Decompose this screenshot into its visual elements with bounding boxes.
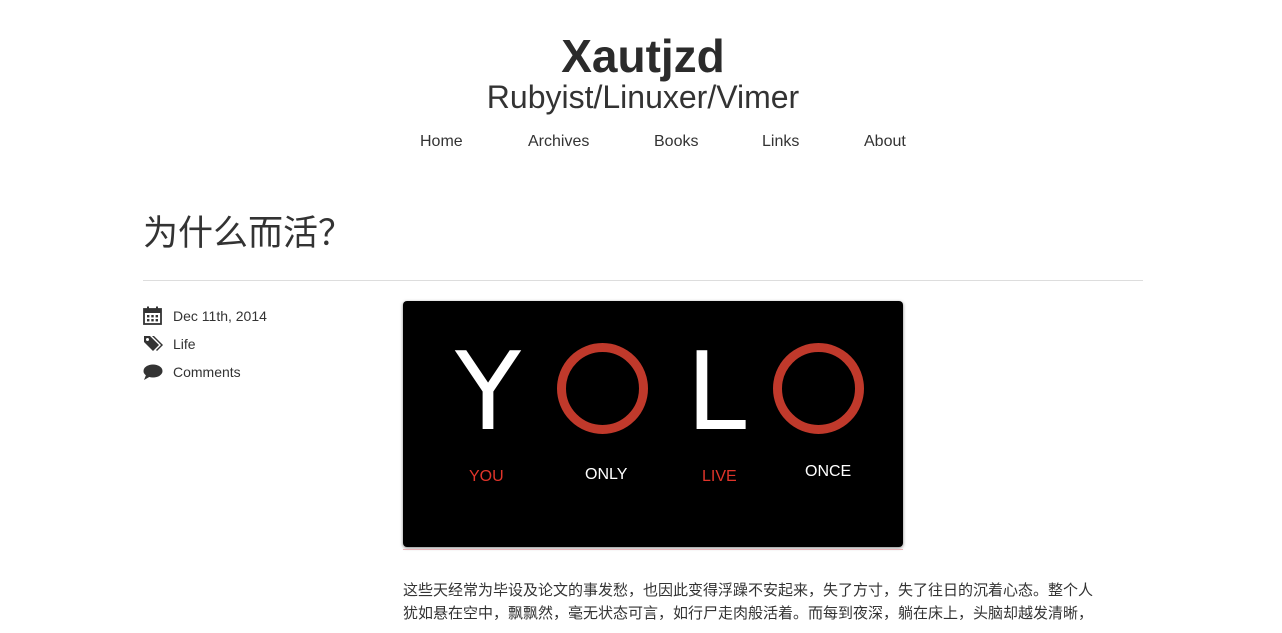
post-date: Dec 11th, 2014	[143, 306, 267, 326]
body-line: 犹如悬在空中，飘飘然，毫无状态可言，如行尸走肉般活着。而每到夜深，躺在床上，头脑…	[403, 604, 1094, 622]
yolo-ring-o-2	[773, 343, 864, 434]
site-subtitle: Rubyist/Linuxer/Vimer	[486, 79, 800, 115]
post-comments: Comments	[143, 362, 241, 382]
post-body: 这些天经常为毕设及论文的事发愁，也因此变得浮躁不安起来，失了方寸，失了往日的沉着…	[403, 579, 1143, 625]
nav-home[interactable]: Home	[420, 132, 463, 152]
post-category: Life	[143, 334, 196, 354]
nav-links[interactable]: Links	[762, 132, 799, 152]
tags-icon	[143, 334, 163, 354]
category-link[interactable]: Life	[173, 334, 196, 354]
calendar-icon	[143, 306, 163, 326]
image-underline	[403, 549, 903, 550]
nav-archives[interactable]: Archives	[528, 132, 589, 152]
title-divider	[143, 280, 1143, 281]
yolo-word-you: YOU	[469, 468, 504, 485]
post-title: 为什么而活？	[143, 214, 354, 254]
yolo-letter-y: Y	[455, 330, 521, 455]
yolo-image: Y L YOU ONLY LIVE ONCE	[403, 301, 903, 547]
nav-books[interactable]: Books	[654, 132, 698, 152]
body-line: 这些天经常为毕设及论文的事发愁，也因此变得浮躁不安起来，失了方寸，失了往日的沉着…	[403, 581, 1094, 599]
comments-link[interactable]: Comments	[173, 362, 241, 382]
nav-about[interactable]: About	[864, 132, 906, 152]
yolo-word-only: ONLY	[585, 466, 628, 483]
comment-icon	[143, 362, 163, 382]
yolo-ring-o-1	[557, 343, 648, 434]
main-nav: Home Archives Books Links About	[0, 132, 1282, 154]
post-date-text: Dec 11th, 2014	[173, 308, 267, 324]
yolo-letter-l: L	[686, 330, 747, 455]
site-title[interactable]: Xautjzd	[0, 28, 1282, 84]
yolo-word-once: ONCE	[805, 463, 852, 480]
yolo-word-live: LIVE	[702, 468, 737, 485]
